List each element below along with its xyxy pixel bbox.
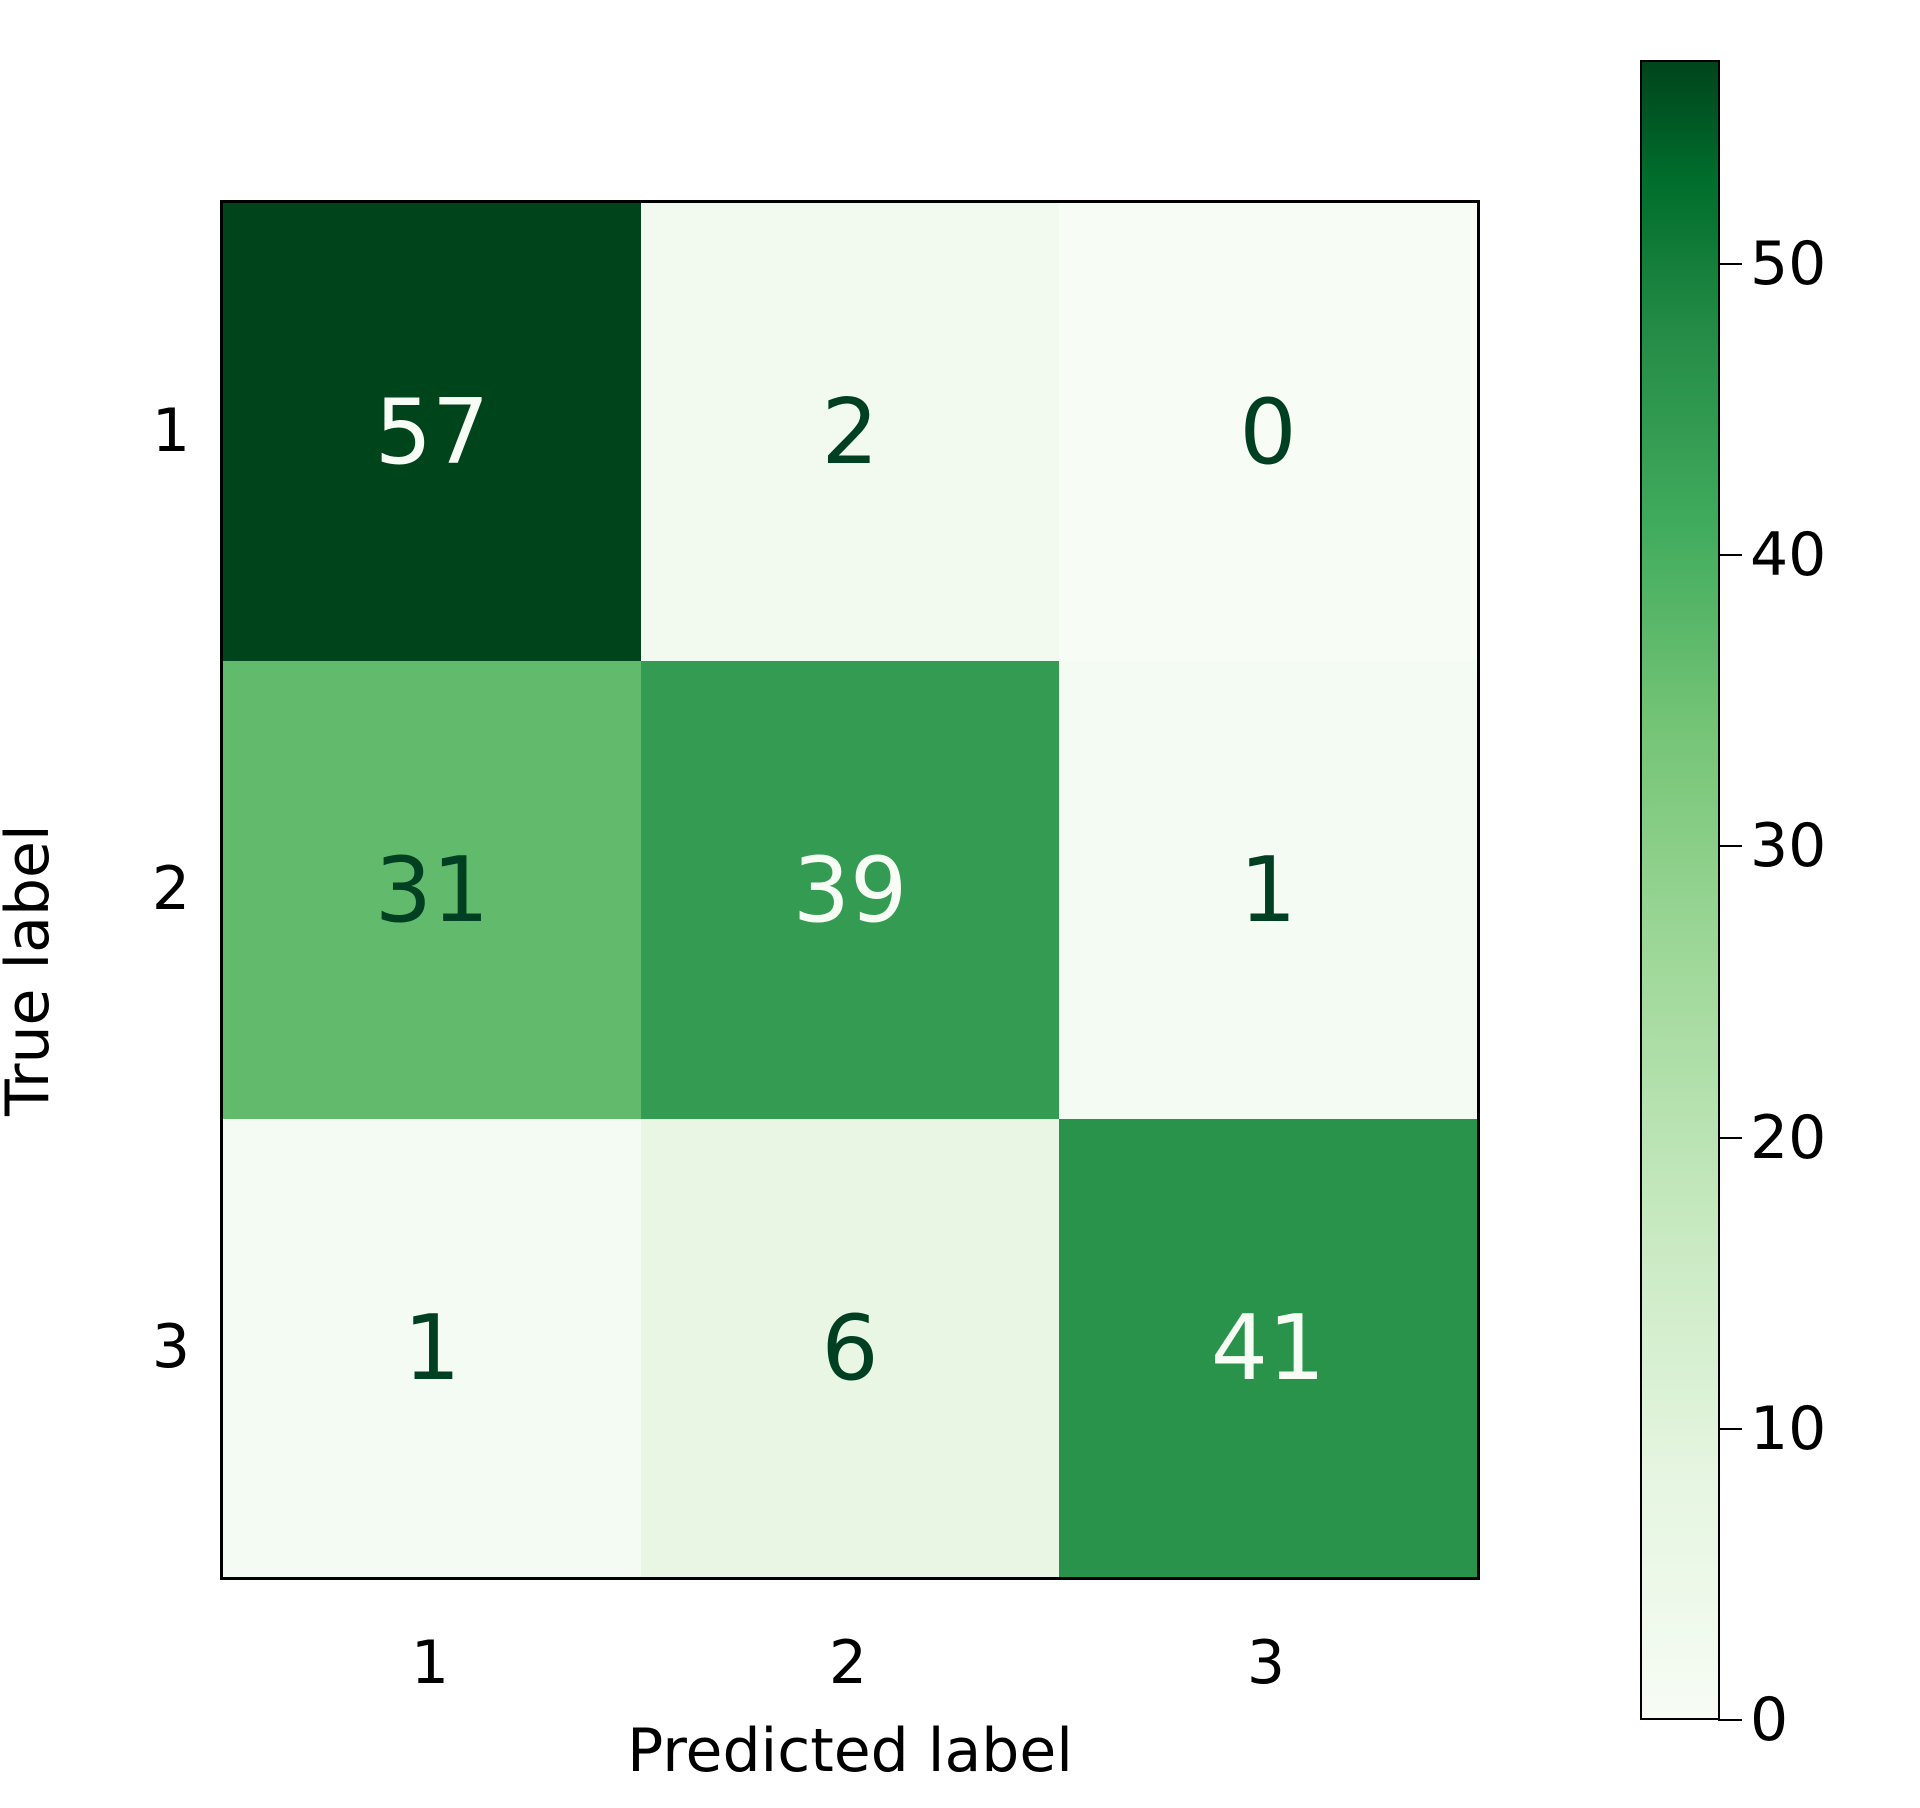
colorbar-tick <box>1718 845 1742 847</box>
colorbar-tick <box>1718 1428 1742 1430</box>
confusion-matrix-chart: True label Predicted label 1 2 3 1 2 3 5… <box>0 0 1920 1808</box>
heatmap-cell: 57 <box>223 203 641 661</box>
y-axis-label: True label <box>4 770 52 1170</box>
heatmap-cell: 0 <box>1059 203 1477 661</box>
x-tick-2: 2 <box>768 1628 928 1698</box>
heatmap-grid: 5720 313911641 <box>220 200 1480 1580</box>
x-tick-3: 3 <box>1186 1628 1346 1698</box>
y-tick-2: 2 <box>120 854 190 924</box>
heatmap-cell: 1 <box>223 1119 641 1577</box>
x-axis-label: Predicted label <box>220 1716 1480 1786</box>
y-tick-3: 3 <box>120 1312 190 1382</box>
y-tick-1: 1 <box>120 396 190 466</box>
colorbar: 01020304050 <box>1640 60 1740 1720</box>
colorbar-tick-label: 10 <box>1750 1394 1860 1464</box>
colorbar-tick <box>1718 263 1742 265</box>
colorbar-tick-label: 50 <box>1750 229 1860 299</box>
colorbar-tick-label: 30 <box>1750 811 1860 881</box>
heatmap-cell: 31 <box>223 661 641 1119</box>
heatmap-cell: 1 <box>1059 661 1477 1119</box>
heatmap-cell: 6 <box>641 1119 1059 1577</box>
colorbar-gradient <box>1640 60 1720 1720</box>
heatmap-cell: 39 <box>641 661 1059 1119</box>
colorbar-tick <box>1718 554 1742 556</box>
heatmap-cell: 41 <box>1059 1119 1477 1577</box>
heatmap-cell: 2 <box>641 203 1059 661</box>
colorbar-tick-label: 40 <box>1750 520 1860 590</box>
colorbar-tick <box>1718 1719 1742 1721</box>
colorbar-tick-label: 0 <box>1750 1685 1860 1755</box>
colorbar-tick <box>1718 1137 1742 1139</box>
colorbar-tick-label: 20 <box>1750 1103 1860 1173</box>
x-tick-1: 1 <box>350 1628 510 1698</box>
